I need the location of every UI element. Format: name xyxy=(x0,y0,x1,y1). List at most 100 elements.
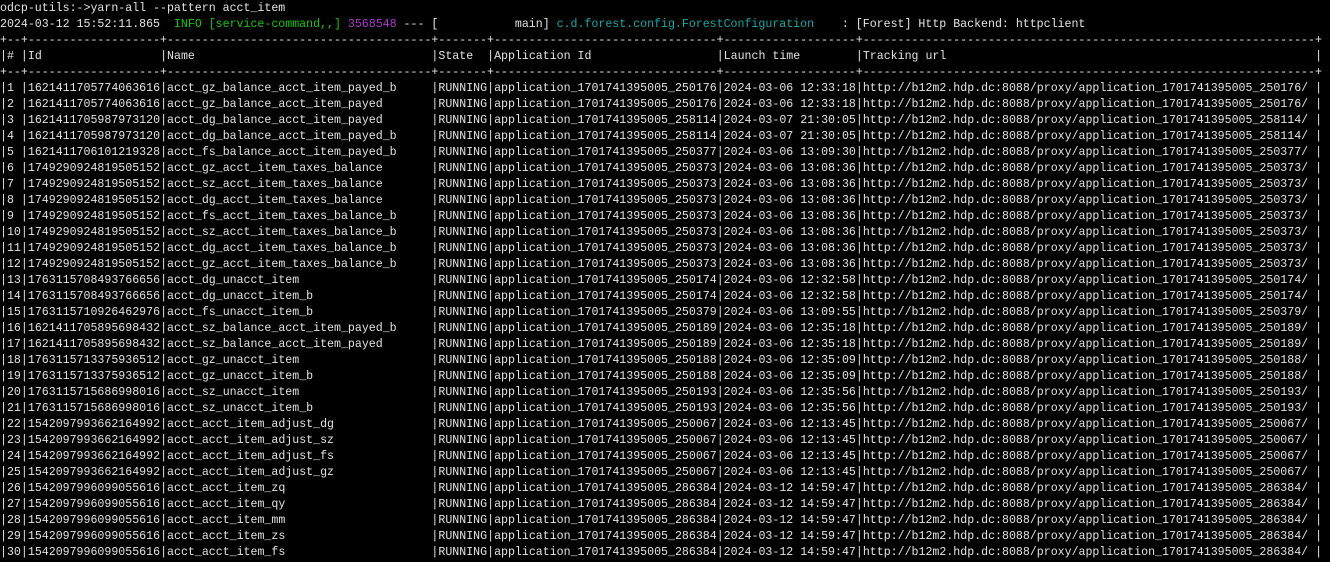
table-border: | xyxy=(160,82,167,95)
cell-num: 11 xyxy=(7,242,21,255)
table-border: | xyxy=(856,162,863,175)
cell-tracking-url: http://b12m2.hdp.dc:8088/proxy/applicati… xyxy=(863,466,1315,479)
cell-launch-time: 2024-03-06 13:09:30 xyxy=(724,146,856,159)
table-header-row: |# |Id |Name |State |Application Id |Lau… xyxy=(0,49,1330,65)
table-row: |23|1542097993662164992|acct_acct_item_a… xyxy=(0,433,1330,449)
table-border: | xyxy=(160,354,167,367)
table-border: | xyxy=(0,194,7,207)
cell-num: 27 xyxy=(7,498,21,511)
table-row: |7 |1749290924819505152|acct_sz_acct_ite… xyxy=(0,177,1330,193)
table-row: |2 |1621411705774063616|acct_gz_balance_… xyxy=(0,97,1330,113)
cell-state: RUNNING xyxy=(438,98,487,111)
table-border: | xyxy=(0,306,7,319)
cell-launch-time: 2024-03-07 21:30:05 xyxy=(724,130,856,143)
column-header-launch-time: Launch time xyxy=(724,50,856,63)
table-border: | xyxy=(856,530,863,543)
log-logger: c.d.forest.config.ForestConfiguration xyxy=(557,18,835,31)
cell-tracking-url: http://b12m2.hdp.dc:8088/proxy/applicati… xyxy=(863,274,1315,287)
log-timestamp: 2024-03-12 15:52:11.865 xyxy=(0,18,167,31)
table-border: | xyxy=(717,338,724,351)
table-border: | xyxy=(160,194,167,207)
table-border: | xyxy=(717,418,724,431)
cell-application-id: application_1701741395005_250176 xyxy=(494,82,717,95)
table-border: | xyxy=(856,418,863,431)
cell-application-id: application_1701741395005_250067 xyxy=(494,418,717,431)
table-border: | xyxy=(856,114,863,127)
cell-tracking-url: http://b12m2.hdp.dc:8088/proxy/applicati… xyxy=(863,514,1315,527)
table-border: | xyxy=(160,450,167,463)
table-border: | xyxy=(1315,130,1322,143)
table-border: | xyxy=(856,226,863,239)
table-border: | xyxy=(21,290,28,303)
cell-name: acct_dg_acct_item_taxes_balance xyxy=(167,194,431,207)
cell-name: acct_sz_acct_item_taxes_balance xyxy=(167,178,431,191)
cell-state: RUNNING xyxy=(438,498,487,511)
cell-application-id: application_1701741395005_250174 xyxy=(494,290,717,303)
table-border: | xyxy=(717,162,724,175)
table-border: | xyxy=(717,114,724,127)
cell-num: 1 xyxy=(7,82,21,95)
cell-num: 13 xyxy=(7,274,21,287)
table-border: | xyxy=(160,498,167,511)
table-border: | xyxy=(0,338,7,351)
table-border: | xyxy=(160,146,167,159)
table-border: | xyxy=(21,482,28,495)
cell-state: RUNNING xyxy=(438,114,487,127)
column-header--: # xyxy=(7,50,21,63)
table-border: | xyxy=(0,50,7,63)
cell-state: RUNNING xyxy=(438,146,487,159)
table-border: | xyxy=(1315,402,1322,415)
cell-name: acct_sz_acct_item_taxes_balance_b xyxy=(167,226,431,239)
cell-id: 1749290924819505152 xyxy=(28,210,160,223)
table-border: | xyxy=(1315,306,1322,319)
cell-num: 30 xyxy=(7,546,21,559)
table-border: | xyxy=(856,498,863,511)
table-border: | xyxy=(21,210,28,223)
table-row: |24|1542097993662164992|acct_acct_item_a… xyxy=(0,449,1330,465)
cell-tracking-url: http://b12m2.hdp.dc:8088/proxy/applicati… xyxy=(863,98,1315,111)
table-border: | xyxy=(0,546,7,559)
cell-launch-time: 2024-03-06 12:13:45 xyxy=(724,466,856,479)
table-border: | xyxy=(856,290,863,303)
table-border: | xyxy=(717,178,724,191)
cell-num: 21 xyxy=(7,402,21,415)
cell-tracking-url: http://b12m2.hdp.dc:8088/proxy/applicati… xyxy=(863,354,1315,367)
table-border: | xyxy=(1315,114,1322,127)
cell-state: RUNNING xyxy=(438,434,487,447)
column-header-name: Name xyxy=(167,50,431,63)
cell-tracking-url: http://b12m2.hdp.dc:8088/proxy/applicati… xyxy=(863,210,1315,223)
table-row: |26|1542097996099055616|acct_acct_item_z… xyxy=(0,481,1330,497)
table-border: | xyxy=(0,162,7,175)
cell-application-id: application_1701741395005_250373 xyxy=(494,194,717,207)
table-border: | xyxy=(0,82,7,95)
table-border: | xyxy=(0,418,7,431)
cell-launch-time: 2024-03-06 12:13:45 xyxy=(724,418,856,431)
cell-launch-time: 2024-03-06 12:35:56 xyxy=(724,386,856,399)
table-row: |5 |1621411706101219328|acct_fs_balance_… xyxy=(0,145,1330,161)
table-border: | xyxy=(21,146,28,159)
cell-application-id: application_1701741395005_250067 xyxy=(494,450,717,463)
cell-state: RUNNING xyxy=(438,178,487,191)
table-border: | xyxy=(717,482,724,495)
table-border: | xyxy=(717,258,724,271)
cell-tracking-url: http://b12m2.hdp.dc:8088/proxy/applicati… xyxy=(863,258,1315,271)
table-border: | xyxy=(717,306,724,319)
cell-id: 1763115713375936512 xyxy=(28,370,160,383)
table-border: | xyxy=(0,434,7,447)
cell-id: 1621411705895698432 xyxy=(28,338,160,351)
table-border: | xyxy=(160,178,167,191)
terminal-screen[interactable]: odcp-utils:->yarn-all --pattern acct_ite… xyxy=(0,0,1330,562)
cell-launch-time: 2024-03-06 12:35:56 xyxy=(724,402,856,415)
table-row: |21|1763115715686998016|acct_sz_unacct_i… xyxy=(0,401,1330,417)
table-row: |1 |1621411705774063616|acct_gz_balance_… xyxy=(0,81,1330,97)
table-border: | xyxy=(717,354,724,367)
table-border: | xyxy=(0,354,7,367)
cell-tracking-url: http://b12m2.hdp.dc:8088/proxy/applicati… xyxy=(863,242,1315,255)
table-border: | xyxy=(1315,418,1322,431)
table-border: | xyxy=(0,274,7,287)
table-border: | xyxy=(1315,498,1322,511)
table-border: | xyxy=(21,274,28,287)
cell-tracking-url: http://b12m2.hdp.dc:8088/proxy/applicati… xyxy=(863,322,1315,335)
cell-name: acct_acct_item_qy xyxy=(167,498,431,511)
table-border: | xyxy=(21,178,28,191)
